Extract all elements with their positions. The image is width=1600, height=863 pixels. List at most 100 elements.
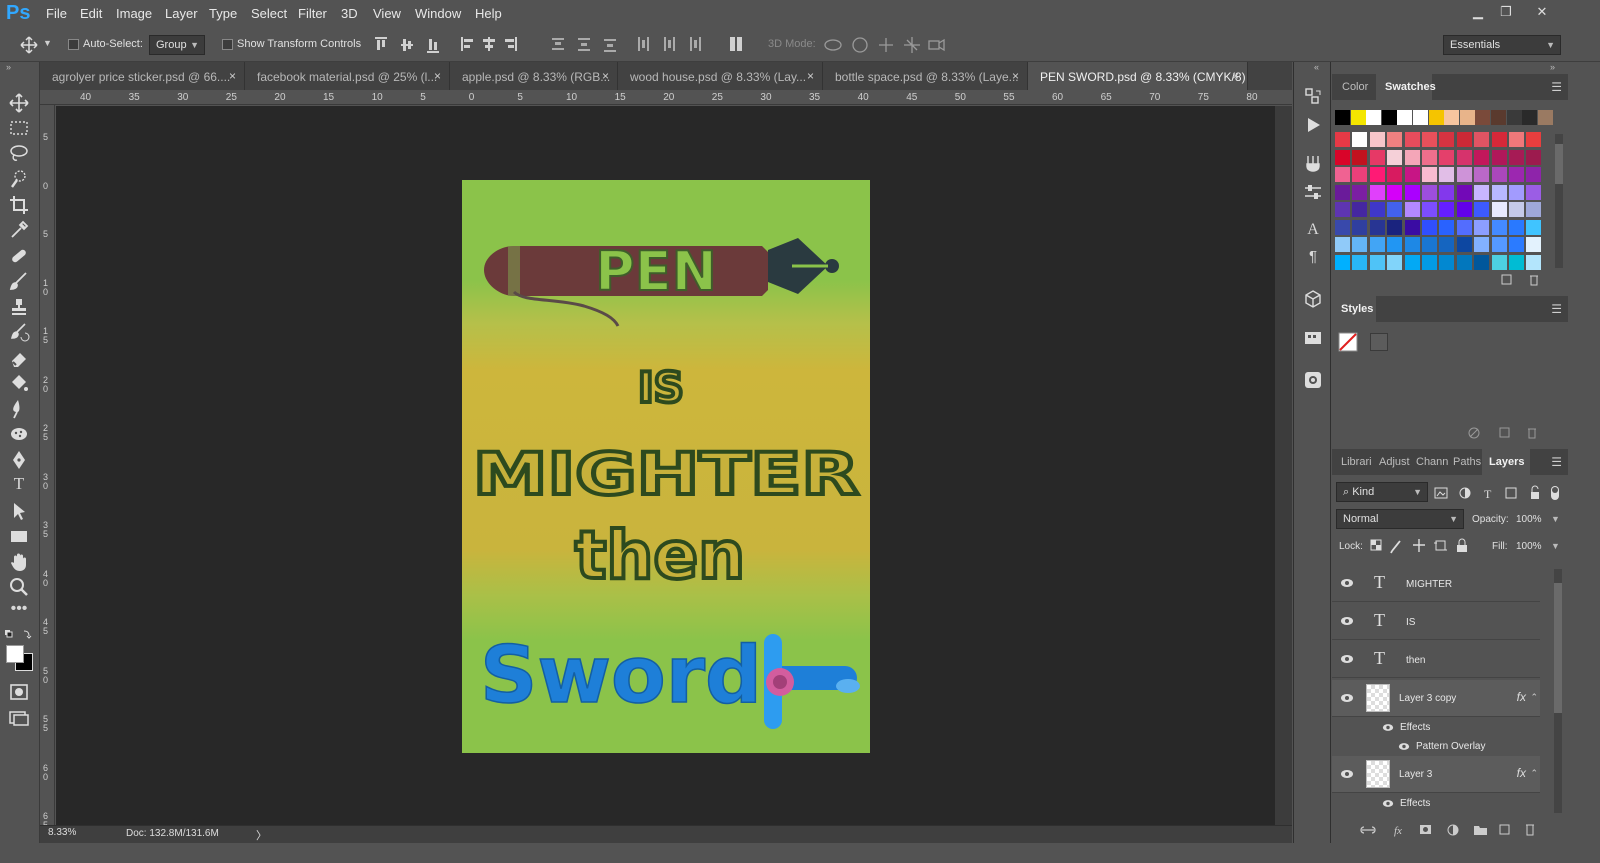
minimize-icon[interactable]: ▁ [1464,2,1492,22]
restore-icon[interactable]: ❐ [1492,2,1520,22]
visibility-eye-icon[interactable] [1340,654,1354,664]
color-swatch[interactable] [1335,110,1350,125]
color-swatch[interactable] [1526,237,1542,252]
color-swatch[interactable] [1387,237,1403,252]
close-tab-icon[interactable]: × [807,69,814,83]
color-swatch[interactable] [1522,110,1538,125]
color-swatch[interactable] [1335,167,1350,182]
pattern-overlay-row[interactable]: Pattern Overlay [1332,737,1540,756]
color-swatch[interactable] [1413,110,1428,125]
color-swatch[interactable] [1439,254,1455,270]
actions-play-icon[interactable] [1304,116,1322,134]
color-swatch[interactable] [1537,110,1553,125]
paint-bucket-tool-icon[interactable] [8,372,30,394]
color-swatch[interactable] [1335,132,1350,147]
color-swatch[interactable] [1369,167,1385,182]
close-tab-icon[interactable]: × [602,69,609,83]
history-brush-tool-icon[interactable] [8,321,30,343]
eraser-tool-icon[interactable] [8,347,30,369]
color-swatch[interactable] [1387,219,1403,235]
blur-tool-icon[interactable] [8,398,30,420]
color-swatch[interactable] [1491,202,1507,217]
color-swatch[interactable] [1526,167,1542,182]
menu-window[interactable]: Window [415,6,461,21]
color-swatch[interactable] [1366,110,1382,125]
marquee-tool-icon[interactable] [8,117,30,139]
auto-select-dropdown[interactable]: Group ▼ [149,35,205,55]
info-camera-icon[interactable] [1304,371,1322,389]
color-swatch[interactable] [1352,184,1368,200]
zoom-level-field[interactable]: 8.33% [48,827,76,838]
tab-color[interactable]: Color [1342,81,1368,93]
canvas-scrollbar[interactable] [1275,106,1292,825]
color-swatch[interactable] [1335,219,1350,235]
color-swatch[interactable] [1526,132,1542,147]
color-swatch[interactable] [1404,132,1420,147]
color-swatch[interactable] [1404,254,1420,270]
sponge-tool-icon[interactable] [8,423,30,445]
color-swatch[interactable] [1509,184,1524,200]
effects-row[interactable]: Effects [1332,794,1540,813]
color-swatch[interactable] [1404,237,1420,252]
color-swatch[interactable] [1381,110,1397,125]
color-swatch[interactable] [1509,202,1524,217]
color-swatch[interactable] [1509,167,1524,182]
color-swatch[interactable] [1491,219,1507,235]
healing-brush-tool-icon[interactable] [8,245,30,267]
quick-mask-icon[interactable] [8,681,30,703]
paragraph-panel-icon[interactable]: ¶ [1304,248,1322,266]
collapse-arrows-icon[interactable]: « [1314,62,1319,72]
more-tools-icon[interactable]: ••• [8,600,30,622]
visibility-eye-icon[interactable] [1382,799,1394,808]
tab-adjustments[interactable]: Adjust [1379,456,1410,468]
fx-icon[interactable]: fx [1517,766,1526,780]
color-swatch[interactable] [1491,132,1507,147]
document-canvas[interactable]: PEN IS MIGHTER then Sword [462,180,870,753]
move-tool-icon[interactable] [20,36,38,54]
color-swatch[interactable] [1491,167,1507,182]
brush-presets-icon[interactable] [1304,154,1322,172]
color-swatch[interactable] [1404,149,1420,165]
3d-mode-icons[interactable] [824,36,948,54]
history-panel-icon[interactable] [1304,87,1322,105]
layer-row-then[interactable]: T then [1332,641,1540,678]
color-swatch[interactable] [1456,167,1472,182]
color-swatch[interactable] [1474,202,1490,217]
color-swatch[interactable] [1526,254,1542,270]
layer-row-mighter[interactable]: T MIGHTER [1332,565,1540,602]
panel-menu-icon[interactable]: ☰ [1551,455,1562,469]
menu-image[interactable]: Image [116,6,152,21]
menu-type[interactable]: Type [209,6,237,21]
color-swatch[interactable] [1422,202,1437,217]
layer-row-layer-3-copy[interactable]: Layer 3 copy fx ⌃ [1332,680,1540,717]
color-swatch[interactable] [1352,237,1368,252]
menu-layer[interactable]: Layer [165,6,198,21]
style-none-swatch[interactable] [1338,332,1358,352]
chevron-up-icon[interactable]: ⌃ [1530,692,1538,703]
workspace-dropdown[interactable]: Essentials ▼ [1443,35,1561,55]
visibility-eye-icon[interactable] [1340,578,1354,588]
menu-filter[interactable]: Filter [298,6,327,21]
tab-facebook-material[interactable]: facebook material.psd @ 25% (l... × [245,62,450,90]
type-tool-icon[interactable]: T [8,474,30,496]
color-swatch[interactable] [1369,219,1385,235]
color-swatch[interactable] [1335,184,1350,200]
color-swatch[interactable] [1526,202,1542,217]
brush-tool-icon[interactable] [8,270,30,292]
pen-tool-icon[interactable] [8,449,30,471]
menu-help[interactable]: Help [475,6,502,21]
color-swatch[interactable] [1352,254,1368,270]
color-swatch[interactable] [1444,110,1460,125]
color-swatch[interactable] [1422,167,1437,182]
color-swatch[interactable] [1369,254,1385,270]
status-menu-arrow-icon[interactable]: 〉 [256,827,267,843]
color-swatch[interactable] [1474,254,1490,270]
eyedropper-tool-icon[interactable] [8,219,30,241]
auto-align-icon[interactable] [730,37,744,53]
lasso-tool-icon[interactable] [8,142,30,164]
color-swatch[interactable] [1474,237,1490,252]
color-swatch[interactable] [1474,167,1490,182]
color-swatch[interactable] [1335,237,1350,252]
character-panel-icon[interactable]: A [1304,221,1322,239]
zoom-tool-icon[interactable] [8,576,30,598]
